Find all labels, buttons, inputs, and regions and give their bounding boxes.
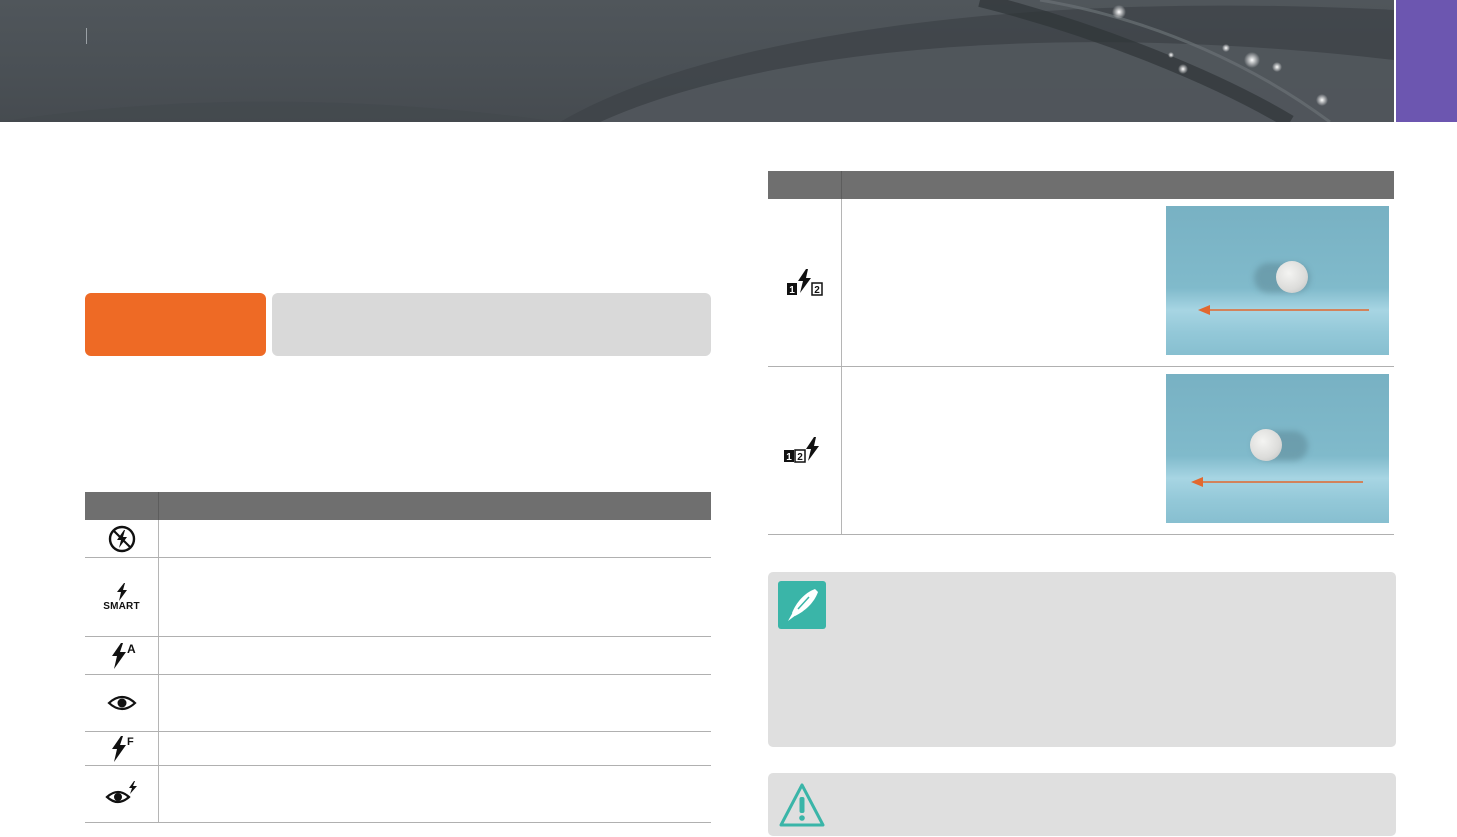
warning-box [768, 773, 1396, 836]
auto-flash-letter: A [127, 642, 136, 656]
fill-in-flash-icon: F [103, 733, 140, 764]
breadcrumb-divider [86, 28, 87, 44]
curtain-digit-2: 2 [797, 452, 803, 463]
table-header [768, 171, 1394, 199]
red-eye-fix-icon [102, 779, 142, 809]
smart-label: SMART [103, 600, 140, 612]
flash-off-icon [103, 522, 140, 555]
table-row [85, 520, 711, 558]
red-eye-icon [103, 688, 140, 718]
note-box [768, 572, 1396, 747]
table-row [85, 558, 711, 637]
ball-motion-photo [1166, 374, 1389, 523]
table-row [85, 766, 711, 823]
motion-arrow [1191, 477, 1363, 487]
page-header [0, 0, 1394, 122]
curtain-digit-1: 1 [789, 285, 795, 296]
smart-flash-icon: SMART [95, 578, 148, 616]
header-lens-graphic [0, 0, 1394, 122]
table-row [85, 732, 711, 766]
note-pen-icon [778, 581, 826, 634]
table-row [85, 675, 711, 732]
flash-options-table: SMART A F [85, 492, 711, 823]
auto-flash-icon: A [103, 640, 140, 672]
warning-icon [778, 782, 826, 833]
table-row [85, 637, 711, 675]
curtain-digit-2: 2 [814, 285, 820, 296]
ball-motion-photo [1166, 206, 1389, 355]
curtain-digit-1: 1 [786, 452, 792, 463]
fill-in-flash-letter: F [127, 736, 134, 748]
chapter-tab[interactable] [1396, 0, 1457, 122]
option-label-pill [85, 293, 266, 356]
table-header [85, 492, 711, 520]
1st-curtain-icon: 1 2 [782, 267, 828, 299]
option-value-pill [272, 293, 711, 356]
2nd-curtain-icon: 1 2 [780, 435, 826, 467]
motion-arrow [1198, 305, 1369, 315]
